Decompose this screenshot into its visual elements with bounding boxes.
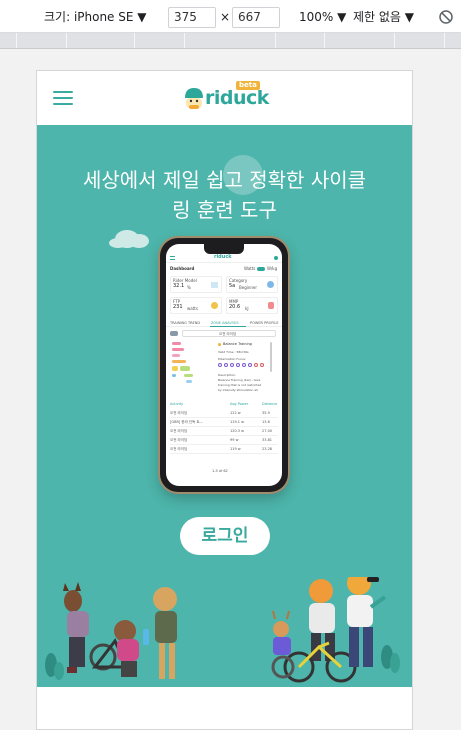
table-row: [GBR] 한라 단독 트... 119.1 w 13.6 (170, 419, 278, 427)
activity-table: Activity Avg Power Distance 오전 라이딩 122 w… (166, 402, 282, 462)
app-toggle-watts: Watts (244, 266, 256, 271)
list-icon (211, 282, 218, 288)
app-logo-text: riduck (214, 254, 232, 260)
headline-line-1: 세상에서 제일 쉽고 정확한 사이클 (82, 168, 367, 192)
throttle-select[interactable]: 제한 없음 ▼ (353, 9, 414, 25)
riders-illustration (45, 577, 400, 683)
height-input[interactable]: 667 (232, 7, 280, 28)
hero-headline: 세상에서 제일 쉽고 정확한 사이클 링 훈련 도구 (47, 165, 402, 225)
cloud-icon (109, 230, 149, 248)
logo-text: riduck (205, 87, 269, 109)
phone-screen: riduck Dashboard Watts W/kg Rider Model … (166, 244, 282, 486)
beta-badge: beta (236, 81, 260, 90)
app-dashboard-title: Dashboard (170, 266, 195, 271)
hero-section: 세상에서 제일 쉽고 정확한 사이클 링 훈련 도구 riduck Dashbo… (37, 125, 412, 687)
zoom-select[interactable]: 100% ▼ (299, 9, 346, 25)
table-row: 오전 라이딩 120.3 w 27.00 (170, 428, 278, 436)
login-button[interactable]: 로그인 (180, 517, 270, 555)
category-icon (267, 281, 274, 288)
app-menu-icon (170, 256, 175, 260)
app-activity-button: 오전 라이딩 (182, 330, 276, 337)
card-ftp: FTP 231 watts (170, 297, 222, 314)
battery-icon (268, 302, 274, 309)
app-toggle (257, 267, 265, 271)
app-header: riduck (166, 254, 282, 263)
media-query-ruler (0, 33, 461, 49)
app-tabs: TRAINING TREND ZONE ANALYSIS POWER PROFI… (166, 319, 282, 327)
app-pagination: 1-5 of 62 (212, 469, 228, 473)
app-toggle-wkg: W/kg (267, 266, 278, 271)
times-sign: × (220, 10, 231, 24)
lightning-icon (211, 302, 218, 309)
table-row: 오전 라이딩 99 w 33.81 (170, 437, 278, 445)
card-rider-model: Rider Model 32.1 % (170, 276, 222, 293)
device-viewport: riduck beta 세상에서 제일 쉽고 정확한 사이클 링 훈련 도구 r… (36, 70, 413, 730)
width-input[interactable]: 375 (168, 7, 216, 28)
card-category: Category 5a Beginner (226, 276, 278, 293)
menu-icon[interactable] (53, 91, 73, 105)
table-row: 오전 라이딩 119 w 23.28 (170, 446, 278, 454)
headline-line-2: 링 훈련 도구 (172, 198, 277, 222)
card-mmp: MMP 20.6 kJ (226, 297, 278, 314)
app-avatar (274, 256, 278, 260)
site-header: riduck beta (37, 71, 412, 125)
phone-mockup: riduck Dashboard Watts W/kg Rider Model … (160, 238, 288, 492)
page-footer-area (37, 687, 412, 729)
back-icon (170, 331, 178, 336)
table-row: 오전 라이딩 122 w 35.9 (170, 410, 278, 418)
device-select[interactable]: 크기: iPhone SE ▼ (44, 9, 147, 25)
rotate-icon[interactable] (438, 9, 454, 25)
devtools-toolbar: 크기: iPhone SE ▼ 375 × 667 100% ▼ 제한 없음 ▼ (0, 0, 461, 33)
riduck-logo[interactable]: riduck beta (183, 81, 273, 113)
duck-helmet-icon (185, 88, 203, 109)
